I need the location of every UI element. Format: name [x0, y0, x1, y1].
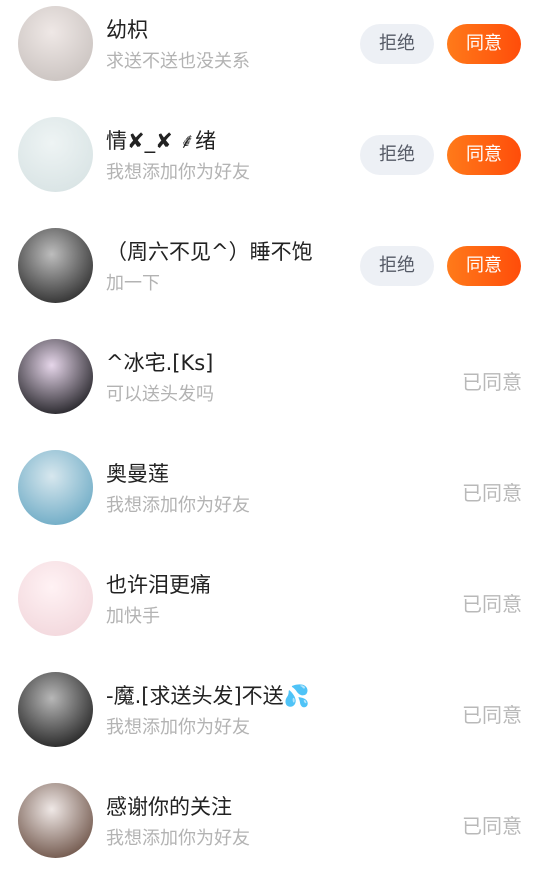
friend-request-row[interactable]: 也许泪更痛 加快手 已同意 [0, 555, 540, 666]
requester-name: 情✘_✘ ⸙绪 [106, 129, 217, 153]
requester-name: ^冰宅.[Ks] [106, 351, 214, 375]
avatar[interactable] [18, 561, 93, 636]
friend-request-row[interactable]: 奥曼莲 我想添加你为好友 已同意 [0, 444, 540, 555]
reject-button[interactable]: 拒绝 [360, 246, 434, 286]
friend-request-row[interactable]: 幼枳 求送不送也没关系 拒绝 同意 [0, 0, 540, 111]
accept-button[interactable]: 同意 [447, 24, 521, 64]
avatar[interactable] [18, 117, 93, 192]
requester-name: -魔.[求送头发]不送💦 [106, 684, 310, 708]
request-message: 求送不送也没关系 [106, 51, 250, 72]
friend-request-row[interactable]: -魔.[求送头发]不送💦 我想添加你为好友 已同意 [0, 666, 540, 777]
request-message: 我想添加你为好友 [106, 495, 250, 516]
request-message: 我想添加你为好友 [106, 717, 250, 738]
friend-request-row[interactable]: （周六不见^）睡不饱 加一下 拒绝 同意 [0, 222, 540, 333]
avatar[interactable] [18, 783, 93, 858]
accepted-status: 已同意 [462, 592, 522, 616]
friend-request-row[interactable]: 感谢你的关注 我想添加你为好友 已同意 [0, 777, 540, 888]
avatar[interactable] [18, 672, 93, 747]
accepted-status: 已同意 [462, 814, 522, 838]
requester-name: 幼枳 [106, 18, 148, 42]
request-message: 可以送头发吗 [106, 384, 214, 405]
requester-name: 感谢你的关注 [106, 795, 232, 819]
request-message: 加一下 [106, 273, 160, 294]
accepted-status: 已同意 [462, 481, 522, 505]
friend-request-list: 幼枳 求送不送也没关系 拒绝 同意 情✘_✘ ⸙绪 我想添加你为好友 拒绝 同意… [0, 0, 540, 881]
avatar[interactable] [18, 339, 93, 414]
avatar[interactable] [18, 228, 93, 303]
accepted-status: 已同意 [462, 703, 522, 727]
accepted-status: 已同意 [462, 370, 522, 394]
requester-name: （周六不见^）睡不饱 [106, 240, 313, 264]
friend-request-row[interactable]: ^冰宅.[Ks] 可以送头发吗 已同意 [0, 333, 540, 444]
reject-button[interactable]: 拒绝 [360, 135, 434, 175]
request-message: 我想添加你为好友 [106, 828, 250, 849]
avatar[interactable] [18, 450, 93, 525]
avatar[interactable] [18, 6, 93, 81]
reject-button[interactable]: 拒绝 [360, 24, 434, 64]
friend-request-row[interactable]: 情✘_✘ ⸙绪 我想添加你为好友 拒绝 同意 [0, 111, 540, 222]
request-message: 我想添加你为好友 [106, 162, 250, 183]
requester-name: 奥曼莲 [106, 462, 169, 486]
requester-name: 也许泪更痛 [106, 573, 211, 597]
accept-button[interactable]: 同意 [447, 135, 521, 175]
request-message: 加快手 [106, 606, 160, 627]
accept-button[interactable]: 同意 [447, 246, 521, 286]
